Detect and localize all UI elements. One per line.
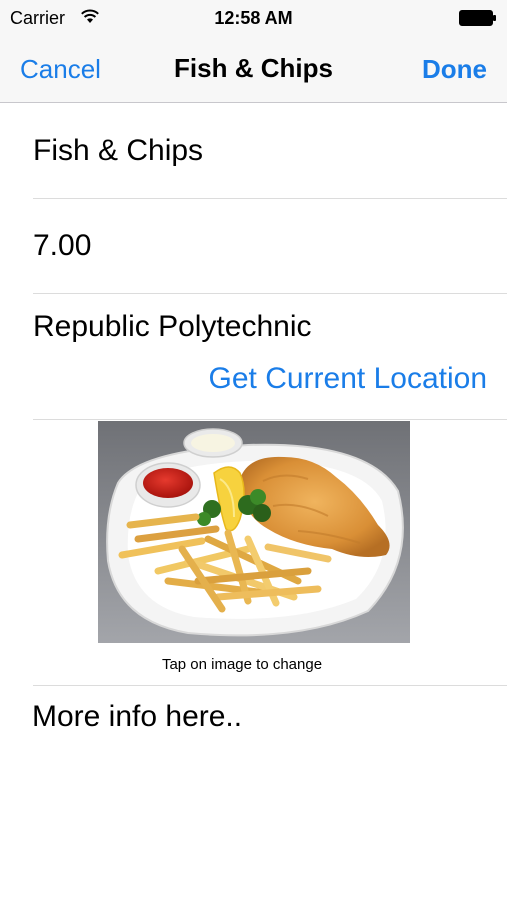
done-button[interactable]: Done <box>422 54 487 85</box>
status-time: 12:58 AM <box>214 8 293 28</box>
image-caption: Tap on image to change <box>161 656 323 673</box>
price-field[interactable]: 7.00 <box>33 229 91 263</box>
cancel-button[interactable]: Cancel <box>20 54 101 85</box>
food-photo[interactable] <box>98 421 410 643</box>
battery-icon <box>459 10 496 26</box>
location-field[interactable]: Republic Polytechnic <box>33 310 311 344</box>
edit-food-screen: Carrier 12:58 AM Cancel Fish & Chips Don… <box>0 0 507 900</box>
divider <box>33 419 507 420</box>
divider <box>33 685 507 686</box>
divider <box>33 198 507 199</box>
name-field[interactable]: Fish & Chips <box>33 134 203 168</box>
get-current-location-button[interactable]: Get Current Location <box>209 362 487 396</box>
divider <box>33 293 507 294</box>
navigation-bar: Cancel Fish & Chips Done <box>0 36 507 103</box>
status-bar: Carrier 12:58 AM <box>0 0 507 36</box>
notes-field[interactable]: More info here.. <box>32 700 242 734</box>
